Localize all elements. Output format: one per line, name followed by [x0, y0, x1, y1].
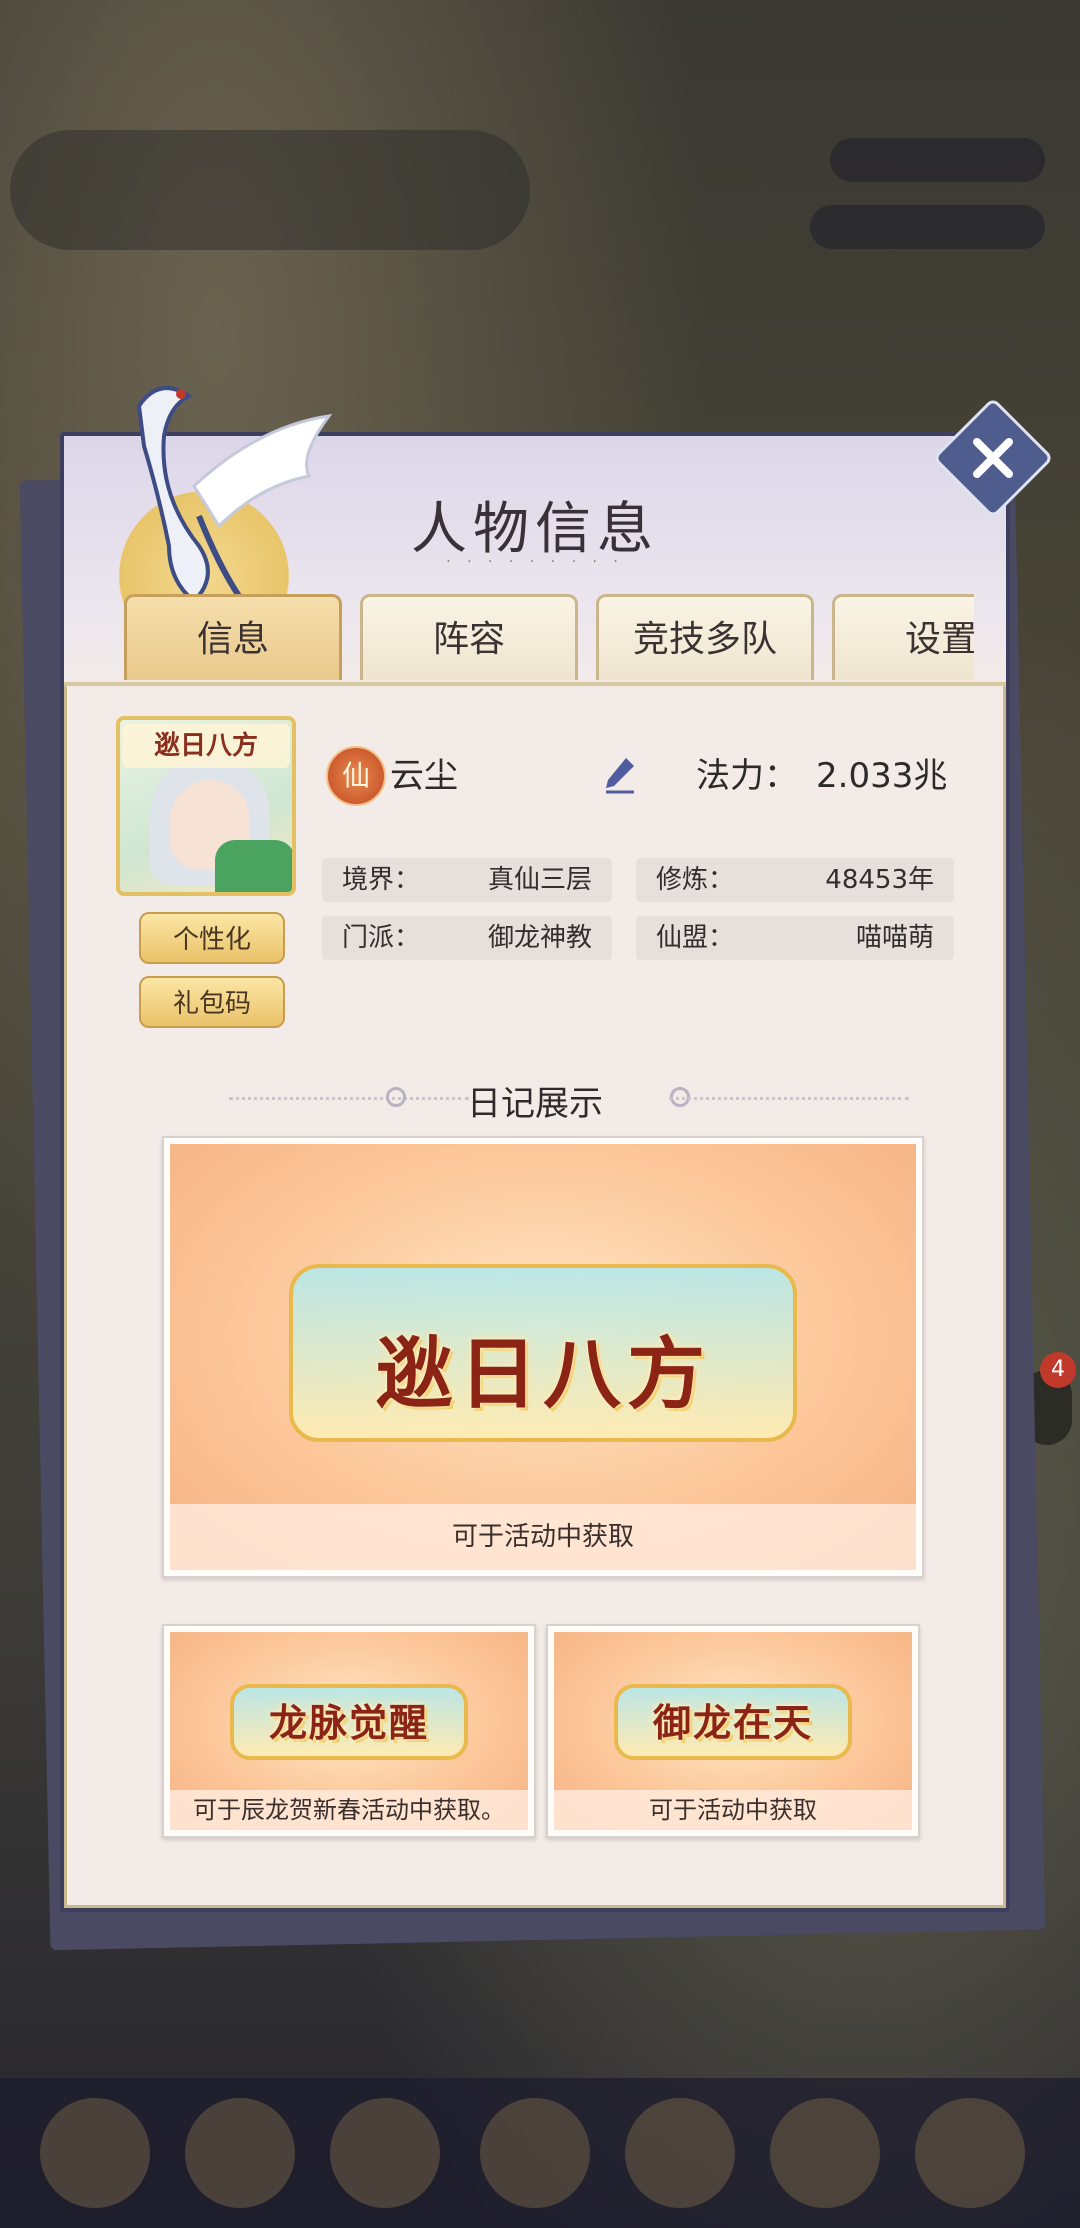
stat-key: 境界： — [342, 865, 421, 895]
diary-card-caption: 可于辰龙贺新春活动中获取。 — [170, 1790, 528, 1830]
panel-title-ornament: · · · · · · · · · — [446, 554, 624, 570]
dock-item — [185, 2098, 295, 2208]
stat-alliance: 仙盟： 喵喵萌 — [636, 916, 954, 960]
gift-code-button[interactable]: 礼包码 — [139, 976, 285, 1028]
diary-emblem-text: 逖日八方 — [374, 1329, 712, 1420]
tab-underline — [64, 682, 1006, 686]
edit-name-icon[interactable] — [602, 754, 638, 794]
close-icon — [973, 438, 1013, 478]
stat-key: 门派： — [342, 923, 421, 953]
diary-card-main[interactable]: 逖日八方 可于活动中获取 — [162, 1136, 924, 1578]
personalize-button[interactable]: 个性化 — [139, 912, 285, 964]
power-label: 法力： — [696, 756, 798, 796]
stat-key: 修炼： — [656, 865, 735, 895]
bottom-dock — [0, 2078, 1080, 2228]
dock-item — [770, 2098, 880, 2208]
diary-emblem-text: 龙脉觉醒 — [268, 1700, 430, 1745]
diary-card-caption: 可于活动中获取 — [554, 1790, 912, 1830]
tab-info[interactable]: 信息 — [124, 594, 342, 680]
stat-key: 仙盟： — [656, 923, 735, 953]
dock-item — [915, 2098, 1025, 2208]
player-header-bar — [10, 130, 530, 250]
stat-cultivation: 修炼： 48453年 — [636, 858, 954, 902]
avatar-title-banner: 逖日八方 — [122, 724, 290, 768]
character-info-panel: 人物信息 · · · · · · · · · 信息 阵容 竞技多队 设置 逖日八… — [60, 386, 1010, 1912]
stat-value: 真仙三层 — [487, 865, 592, 895]
stat-value: 48453年 — [825, 865, 934, 895]
divider-right — [669, 1097, 909, 1100]
dock-item — [480, 2098, 590, 2208]
stat-sect: 门派： 御龙神教 — [322, 916, 612, 960]
player-name: 云尘 — [390, 756, 458, 796]
tab-settings[interactable]: 设置 — [832, 594, 974, 680]
dock-item — [330, 2098, 440, 2208]
diary-card[interactable]: 御龙在天 可于活动中获取 — [546, 1624, 920, 1838]
dock-item — [625, 2098, 735, 2208]
diary-card-caption: 可于活动中获取 — [170, 1504, 916, 1570]
stat-value: 御龙神教 — [487, 923, 592, 953]
side-badge: 4 — [1040, 1352, 1076, 1388]
diary-section-title: 日记展示 — [467, 1084, 603, 1124]
resource-bar-jade — [810, 205, 1045, 249]
diary-card[interactable]: 龙脉觉醒 可于辰龙贺新春活动中获取。 — [162, 1624, 536, 1838]
panel-title: 人物信息 — [411, 497, 659, 562]
tab-lineup[interactable]: 阵容 — [360, 594, 578, 680]
tab-arena-teams[interactable]: 竞技多队 — [596, 594, 814, 680]
power-value: 2.033兆 — [816, 756, 948, 796]
tab-bar: 信息 阵容 竞技多队 设置 — [124, 594, 974, 686]
diary-emblem-text: 御龙在天 — [652, 1700, 814, 1745]
dock-item — [40, 2098, 150, 2208]
element-badge: 仙 — [326, 746, 386, 806]
stat-value: 喵喵萌 — [855, 923, 934, 953]
resource-bar-gold — [830, 138, 1045, 182]
stat-realm: 境界： 真仙三层 — [322, 858, 612, 902]
